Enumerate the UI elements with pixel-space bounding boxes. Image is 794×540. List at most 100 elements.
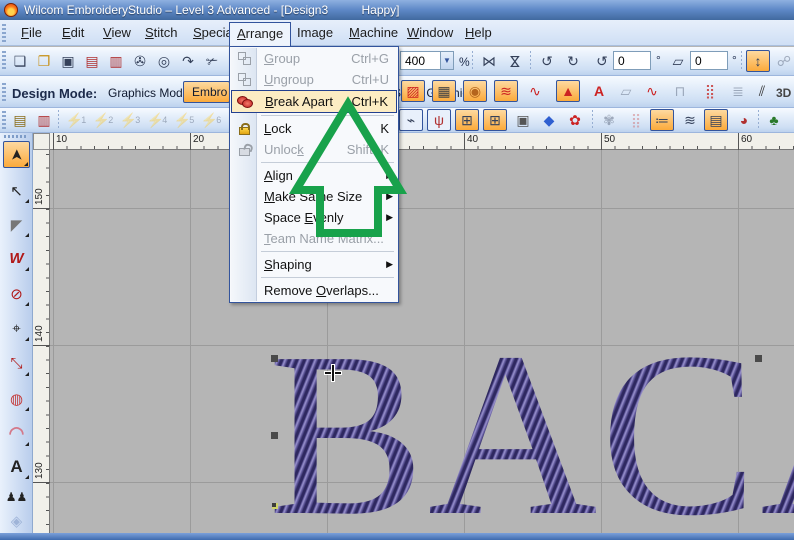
save-design-button[interactable]: ▣: [56, 50, 80, 72]
separator: [58, 110, 59, 130]
stipple-button[interactable]: ⣿: [698, 80, 722, 102]
selection-handle[interactable]: [271, 355, 278, 362]
menu-item-group[interactable]: Group Ctrl+G: [231, 48, 397, 69]
zoom-dropdown-arrow-icon[interactable]: ▼: [440, 52, 453, 69]
nesting-button[interactable]: ♣: [762, 109, 786, 131]
fancy-fill-button[interactable]: ≋: [494, 80, 518, 102]
mirror-vertical-button[interactable]: ⋈: [503, 50, 527, 72]
ellipse-tool-button[interactable]: ◍: [3, 385, 30, 412]
hotkey-5-button[interactable]: ⚡ 5: [172, 109, 196, 131]
hotkey-1-button[interactable]: ⚡ 1: [64, 109, 88, 131]
menu-arrange[interactable]: Arrange: [229, 22, 292, 46]
ripple-button[interactable]: ▱: [614, 80, 638, 102]
show-grid-button[interactable]: ⊞: [455, 109, 479, 131]
background-button[interactable]: ▣: [511, 109, 535, 131]
satin-stitch-button[interactable]: ▨: [401, 80, 425, 102]
motif-fill-button[interactable]: ◉: [463, 80, 487, 102]
menu-item-unlock[interactable]: Unlock Shift+K: [231, 139, 397, 160]
contour-button[interactable]: ≣: [726, 80, 750, 102]
zoom-factor-combobox[interactable]: 400 ▼: [400, 51, 454, 70]
color-film-button[interactable]: ≔: [650, 109, 674, 131]
knife-tool-button[interactable]: ◤: [3, 211, 30, 238]
menu-window[interactable]: Window: [400, 22, 460, 44]
menu-image[interactable]: Image: [290, 22, 340, 44]
stitch-colors-button[interactable]: ▥: [32, 109, 56, 131]
lettering-art-tool-button[interactable]: W: [3, 245, 30, 272]
menu-stitch[interactable]: Stitch: [138, 22, 185, 44]
ruler-corner-box[interactable]: [33, 133, 50, 150]
print-button[interactable]: ✇: [128, 50, 152, 72]
rotate-cw-button[interactable]: ↻: [561, 50, 585, 72]
auto-scroll-button[interactable]: ↕: [746, 50, 770, 72]
menu-item-break-apart[interactable]: Break Apart Ctrl+K: [231, 90, 397, 113]
design-canvas[interactable]: BACA: [50, 150, 794, 533]
menu-item-ungroup[interactable]: Ungroup Ctrl+U: [231, 69, 397, 90]
overview-window-button[interactable]: ▤: [8, 109, 32, 131]
embroidery-lettering-object[interactable]: BACA: [268, 317, 794, 534]
team-names-tool-button[interactable]: ♟♟: [3, 483, 30, 510]
stitch-select-button[interactable]: ⌁: [399, 109, 423, 131]
applique-button[interactable]: ▲: [556, 80, 580, 102]
menu-item-shaping[interactable]: Shaping ▶: [231, 254, 397, 275]
flower-button[interactable]: ✾: [597, 109, 621, 131]
stitch-density-button[interactable]: ≋: [678, 109, 702, 131]
menu-item-align[interactable]: Align ▶: [231, 165, 397, 186]
rotate-ccw-button[interactable]: ↺: [535, 50, 559, 72]
open-design-button[interactable]: ❐: [32, 50, 56, 72]
skew-angle-input[interactable]: 0: [690, 51, 728, 70]
dot-grid-button[interactable]: ⣿: [624, 109, 648, 131]
mirror-horizontal-button[interactable]: ⋈: [477, 50, 501, 72]
reshape-tool-button[interactable]: ↖: [3, 177, 30, 204]
menu-item-space-evenly[interactable]: Space Evenly ▶: [231, 207, 397, 228]
write-to-machine-button[interactable]: ▤: [80, 50, 104, 72]
monogram-tool-button[interactable]: ◈: [3, 507, 30, 534]
hotkey-3-button[interactable]: ⚡ 3: [118, 109, 142, 131]
flyout-indicator: [25, 372, 29, 376]
hotkey-4-button[interactable]: ⚡ 4: [145, 109, 169, 131]
selection-handle[interactable]: [271, 432, 278, 439]
design-view-button[interactable]: ◆: [537, 109, 561, 131]
box-digitize-tool-button[interactable]: ⊘: [3, 280, 30, 307]
read-from-machine-button[interactable]: ▥: [104, 50, 128, 72]
machine-view-button[interactable]: ✿: [563, 109, 587, 131]
applique-icon: ▲: [561, 83, 575, 99]
lettering-tool-button[interactable]: A: [3, 453, 30, 480]
cross-hatch-button[interactable]: ⫽: [750, 80, 774, 102]
menu-file[interactable]: File: [14, 22, 49, 44]
print-preview-button[interactable]: ◎: [152, 50, 176, 72]
select-tool-button[interactable]: ➤: [3, 141, 30, 168]
new-design-button[interactable]: ❏: [8, 50, 32, 72]
disabled-tool-button[interactable]: ☍: [772, 50, 794, 72]
rotate-angle-button[interactable]: ↺: [590, 50, 614, 72]
threed-button[interactable]: 3D: [776, 86, 791, 100]
design-properties-button[interactable]: ▤: [704, 109, 728, 131]
design-properties-icon: ▤: [709, 111, 723, 128]
menu-help[interactable]: Help: [458, 22, 499, 44]
polygon-tool-button[interactable]: ⌖: [3, 315, 30, 342]
menu-item-make-same-size[interactable]: Make Same Size ▶: [231, 186, 397, 207]
export-button[interactable]: ↷: [176, 50, 200, 72]
selection-handle[interactable]: [755, 355, 762, 362]
measure-tool-button[interactable]: ⤡: [3, 350, 30, 377]
curved-fill-button[interactable]: ∿: [523, 80, 547, 102]
hotkey-2-button[interactable]: ⚡ 2: [91, 109, 115, 131]
tatami-fill-button[interactable]: ▦: [432, 80, 456, 102]
skew-button[interactable]: ▱: [666, 50, 690, 72]
needle-points-button[interactable]: ψ: [427, 109, 451, 131]
rotate-angle-input[interactable]: 0: [613, 51, 651, 70]
menu-item-team-name-matrix[interactable]: Team Name Matrix...: [231, 228, 397, 249]
embroidery-mode-button[interactable]: Embro: [183, 81, 230, 103]
menu-item-remove-overlaps[interactable]: Remove Overlaps...: [231, 280, 397, 301]
snap-grid-button[interactable]: ⊞: [483, 109, 507, 131]
square-wave-button[interactable]: ⊓: [668, 80, 692, 102]
hotkey-6-button[interactable]: ⚡ 6: [199, 109, 223, 131]
menu-view[interactable]: View: [96, 22, 138, 44]
thread-colors-button[interactable]: ◕: [732, 109, 756, 131]
zigzag-button[interactable]: ∿: [640, 80, 664, 102]
richelieu-button[interactable]: A: [587, 80, 611, 102]
menu-edit[interactable]: Edit: [55, 22, 91, 44]
menu-machine[interactable]: Machine: [342, 22, 405, 44]
knife-button[interactable]: ✃: [200, 50, 224, 72]
arc-tool-button[interactable]: ◠: [3, 420, 30, 447]
menu-item-lock[interactable]: Lock K: [231, 118, 397, 139]
